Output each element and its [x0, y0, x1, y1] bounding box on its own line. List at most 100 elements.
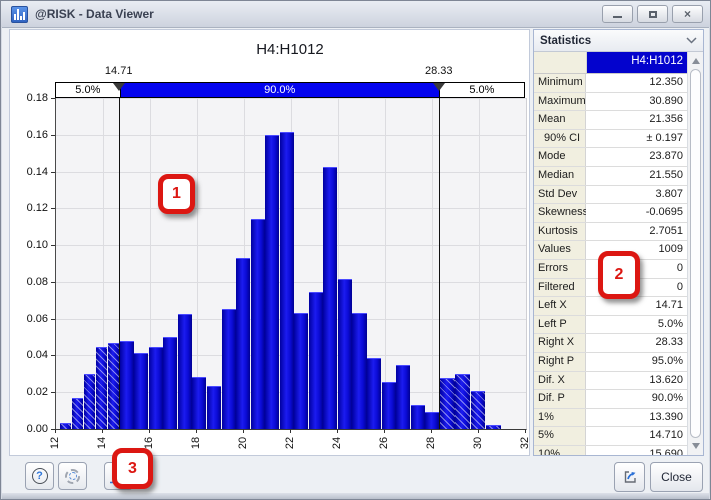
x-tick — [431, 429, 432, 433]
left-delimiter-value: 14.71 — [105, 65, 133, 77]
stat-row: Minimum12.350 — [534, 74, 687, 93]
stat-row: Mean21.356 — [534, 111, 687, 130]
scroll-up-icon[interactable] — [692, 58, 700, 64]
right-delimiter-value: 28.33 — [425, 65, 453, 77]
histogram-bar — [163, 337, 177, 429]
x-tick-label: 12 — [49, 437, 61, 449]
stats-label-column-header — [534, 52, 587, 73]
right-delimiter-handle[interactable] — [433, 83, 445, 91]
x-tick-label: 14 — [96, 437, 108, 449]
stat-value: 12.350 — [586, 74, 687, 92]
right-tail-band[interactable]: 5.0% — [440, 83, 524, 97]
histogram-bar — [411, 405, 425, 429]
stat-row: Kurtosis2.7051 — [534, 223, 687, 242]
y-tick — [51, 98, 55, 99]
stat-value: ± 0.197 — [586, 130, 687, 148]
stat-row: Left X14.71 — [534, 297, 687, 316]
x-tick-label: 18 — [190, 437, 202, 449]
y-tick — [51, 245, 55, 246]
stats-scrollbar[interactable] — [687, 52, 703, 455]
stat-row: 90% CI± 0.197 — [534, 130, 687, 149]
histogram-bar — [108, 343, 119, 429]
stat-label: 10% — [534, 446, 586, 455]
stat-row: Right P95.0% — [534, 353, 687, 372]
histogram-bar — [178, 314, 192, 429]
minimize-icon — [613, 16, 622, 18]
x-tick — [243, 429, 244, 433]
close-window-button[interactable]: × — [672, 5, 703, 23]
histogram-bar — [192, 377, 206, 429]
stat-row: Left P5.0% — [534, 316, 687, 335]
scrollbar-thumb[interactable] — [690, 69, 701, 438]
callout-3-number: 3 — [128, 460, 137, 478]
stat-value: 13.620 — [586, 372, 687, 390]
stat-label: Filtered — [534, 279, 586, 297]
stat-row: Std Dev3.807 — [534, 186, 687, 205]
x-tick-label: 26 — [378, 437, 390, 449]
scroll-down-icon[interactable] — [692, 443, 700, 449]
maximize-button[interactable] — [637, 5, 668, 23]
histogram-bar — [323, 167, 337, 429]
stat-value: 90.0% — [586, 390, 687, 408]
stat-row: Dif. P90.0% — [534, 390, 687, 409]
y-tick — [51, 208, 55, 209]
stat-label: Mode — [534, 148, 586, 166]
y-tick — [51, 282, 55, 283]
stat-label: Minimum — [534, 74, 586, 92]
stat-label: 5% — [534, 427, 586, 445]
stat-value: 15.690 — [586, 446, 687, 455]
histogram-bar — [486, 425, 501, 429]
statistics-panel-header[interactable]: Statistics — [534, 30, 703, 52]
histogram-bar — [294, 313, 308, 429]
risk-app-icon — [11, 6, 28, 23]
histogram-bar — [382, 382, 396, 429]
chart-title: H4:H1012 — [55, 41, 525, 58]
stat-value: 30.890 — [586, 93, 687, 111]
stat-row: Maximum30.890 — [534, 93, 687, 112]
histogram-bar — [265, 135, 279, 429]
close-button[interactable]: Close — [650, 462, 703, 492]
left-delimiter-line[interactable] — [119, 98, 120, 429]
histogram-bar — [96, 347, 107, 429]
export-icon — [622, 469, 638, 485]
left-tail-band[interactable]: 5.0% — [56, 83, 120, 97]
stat-label: Left P — [534, 316, 586, 334]
stat-label: 90% CI — [534, 130, 586, 148]
histogram-bar — [134, 353, 148, 429]
histogram-bar — [120, 341, 134, 429]
y-tick-label: 0.00 — [10, 423, 48, 435]
minimize-button[interactable] — [602, 5, 633, 23]
settings-button[interactable] — [58, 462, 87, 490]
help-button[interactable]: ? — [25, 462, 54, 490]
stat-label: Median — [534, 167, 586, 185]
stats-table-header-row: H4:H1012 — [534, 52, 687, 74]
v-gridline — [479, 98, 480, 429]
export-button[interactable] — [614, 462, 645, 492]
x-tick — [525, 429, 526, 433]
chevron-down-icon[interactable] — [686, 35, 697, 47]
x-tick-label: 32 — [519, 437, 531, 449]
v-gridline — [385, 98, 386, 429]
stat-label: Dif. X — [534, 372, 586, 390]
stat-value: 14.710 — [586, 427, 687, 445]
gear-icon — [65, 469, 80, 484]
stat-row: 5%14.710 — [534, 427, 687, 446]
left-delimiter-handle[interactable] — [113, 83, 125, 91]
x-tick-label: 30 — [472, 437, 484, 449]
callout-1: 1 — [158, 174, 195, 214]
x-tick-label: 20 — [237, 437, 249, 449]
stat-label: Maximum — [534, 93, 586, 111]
histogram-bar — [84, 374, 95, 429]
risk-data-viewer-window: @RISK - Data Viewer × H4:H1012 14.71 28.… — [0, 0, 711, 500]
x-tick — [384, 429, 385, 433]
stat-label: Right X — [534, 334, 586, 352]
y-tick — [51, 319, 55, 320]
stat-value: 3.807 — [586, 186, 687, 204]
stat-label: Left X — [534, 297, 586, 315]
y-tick — [51, 392, 55, 393]
histogram-bar — [455, 374, 470, 429]
confidence-band[interactable]: 90.0% — [120, 83, 440, 97]
x-tick-label: 28 — [425, 437, 437, 449]
v-gridline — [432, 98, 433, 429]
right-delimiter-line[interactable] — [439, 98, 440, 429]
